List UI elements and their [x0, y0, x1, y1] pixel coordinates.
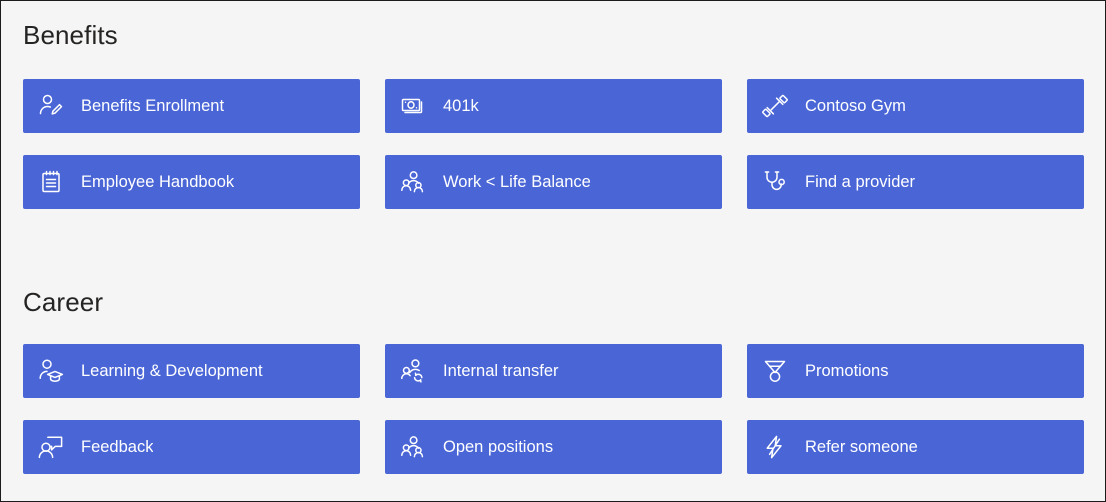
people-group-icon [399, 168, 427, 196]
people-group-icon [399, 433, 427, 461]
tile-learning-development[interactable]: Learning & Development [23, 344, 360, 398]
stethoscope-icon [761, 168, 789, 196]
person-edit-icon [37, 92, 65, 120]
tile-label: Learning & Development [81, 362, 263, 380]
tile-label: Work < Life Balance [443, 173, 591, 191]
notepad-icon [37, 168, 65, 196]
tile-401k[interactable]: 401k [385, 79, 722, 133]
section-title-benefits: Benefits [23, 20, 118, 50]
money-bill-icon [399, 92, 427, 120]
tile-grid-career: Learning & Development Internal transfer [23, 344, 1085, 474]
dumbbell-icon [761, 92, 789, 120]
tile-benefits-enrollment[interactable]: Benefits Enrollment [23, 79, 360, 133]
person-feedback-icon [37, 433, 65, 461]
people-sync-icon [399, 357, 427, 385]
section-title-career: Career [23, 287, 104, 317]
tile-label: Contoso Gym [805, 97, 906, 115]
tile-label: Internal transfer [443, 362, 559, 380]
lightning-bolt-icon [761, 433, 789, 461]
tile-grid-benefits: Benefits Enrollment 401k Contoso Gym Emp… [23, 79, 1085, 209]
tile-label: Refer someone [805, 438, 918, 456]
tile-label: Open positions [443, 438, 554, 456]
tile-feedback[interactable]: Feedback [23, 420, 360, 474]
tile-label: 401k [443, 97, 479, 115]
tile-refer-someone[interactable]: Refer someone [747, 420, 1084, 474]
tile-internal-transfer[interactable]: Internal transfer [385, 344, 722, 398]
hr-hub-panel: Benefits Benefits Enrollment 401k Contos… [0, 0, 1106, 502]
tile-label: Promotions [805, 362, 889, 380]
tile-open-positions[interactable]: Open positions [385, 420, 722, 474]
tile-label: Find a provider [805, 173, 916, 191]
medal-icon [761, 357, 789, 385]
person-graduation-cap-icon [37, 357, 65, 385]
tile-label: Employee Handbook [81, 173, 235, 191]
tile-find-a-provider[interactable]: Find a provider [747, 155, 1084, 209]
tile-work-life-balance[interactable]: Work < Life Balance [385, 155, 722, 209]
tile-employee-handbook[interactable]: Employee Handbook [23, 155, 360, 209]
tile-label: Benefits Enrollment [81, 97, 225, 115]
tile-promotions[interactable]: Promotions [747, 344, 1084, 398]
tile-label: Feedback [81, 438, 154, 456]
tile-contoso-gym[interactable]: Contoso Gym [747, 79, 1084, 133]
